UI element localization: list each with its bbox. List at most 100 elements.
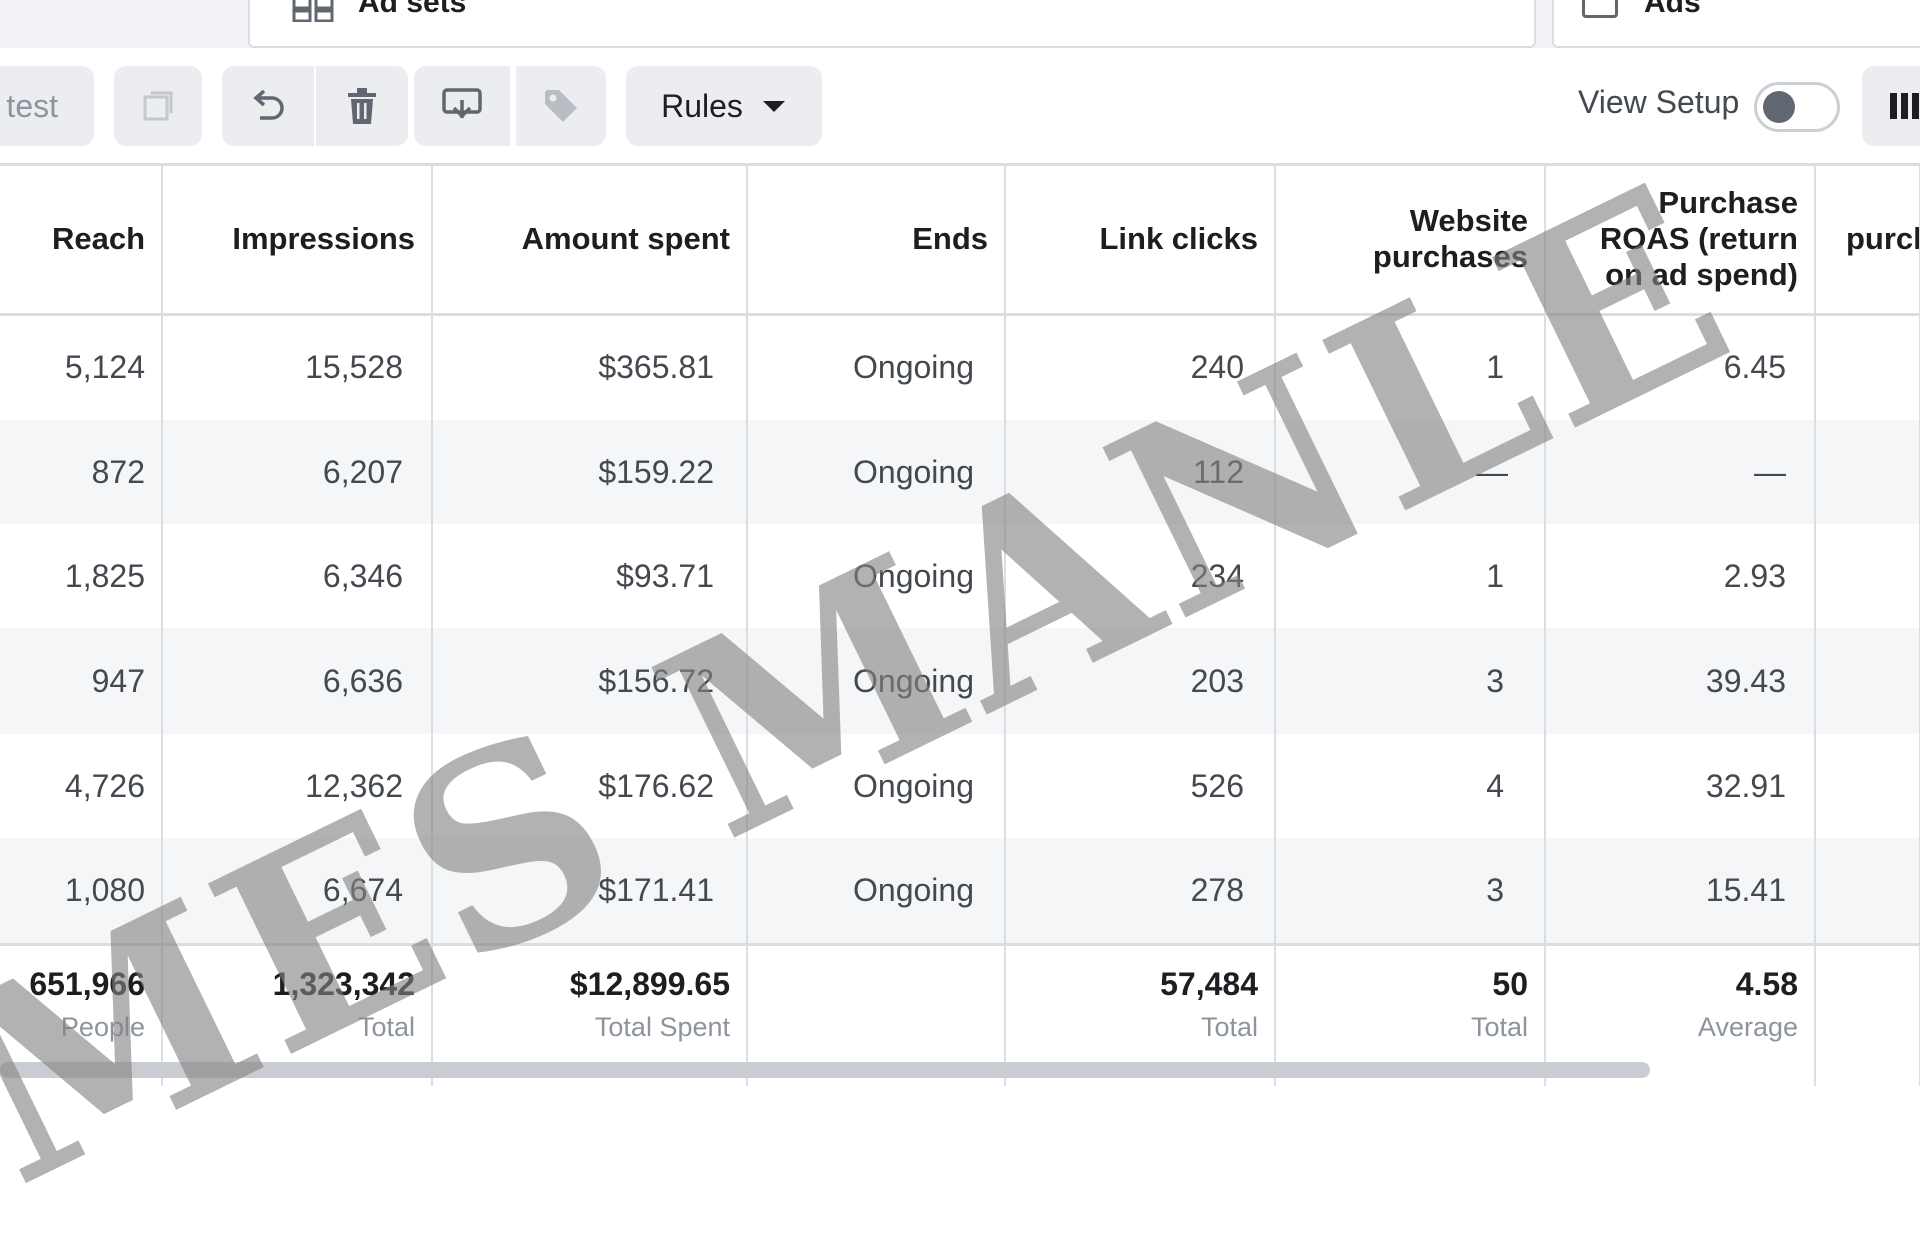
total-value: $12,899.65 — [569, 965, 730, 1002]
cell-impressions: 15,528 — [162, 314, 433, 420]
cell-ends: Ongoing — [747, 838, 1006, 944]
chevron-down-icon — [762, 101, 785, 112]
columns-button[interactable] — [1862, 66, 1920, 146]
ads-checkbox-icon — [1582, 0, 1618, 18]
total-value: 1,323,342 — [272, 965, 415, 1002]
table-row[interactable]: 1,825 6,346 $93.71 Ongoing 234 1 2.93 — [0, 524, 1920, 628]
undo-icon — [253, 89, 284, 120]
table-header-row: Reach Impressions Amount spent Ends Link… — [0, 166, 1920, 316]
table-row[interactable]: 4,726 12,362 $176.62 Ongoing 526 4 32.91 — [0, 734, 1920, 838]
cell-amount-spent: $93.71 — [432, 524, 748, 628]
column-header-link-clicks[interactable]: Link clicks — [1005, 166, 1276, 316]
cell-reach: 947 — [0, 628, 163, 734]
cell-amount-spent: $171.41 — [432, 838, 748, 944]
cell-ends: Ongoing — [747, 420, 1006, 524]
total-sublabel: Total — [1470, 1011, 1528, 1042]
total-sublabel: Total Spent — [594, 1011, 730, 1042]
ab-test-button[interactable]: test — [0, 66, 94, 146]
cell-link-clicks: 234 — [1005, 524, 1276, 628]
cell-ends: Ongoing — [747, 628, 1006, 734]
column-header-purchase-roas[interactable]: Purchase ROAS (return on ad spend) — [1545, 166, 1816, 316]
total-sublabel: Total — [357, 1011, 415, 1042]
tab-ads-label: Ads — [1644, 0, 1701, 19]
cell-amount-spent: $176.62 — [432, 734, 748, 838]
ads-data-table: Reach Impressions Amount spent Ends Link… — [0, 166, 1920, 1086]
cell-impressions: 12,362 — [162, 734, 433, 838]
cell-website-purchases: 3 — [1275, 628, 1546, 734]
rules-button[interactable]: Rules — [626, 66, 822, 146]
cell-purchase-roas: 32.91 — [1545, 734, 1816, 838]
trash-icon — [348, 88, 376, 124]
cell-amount-spent: $365.81 — [432, 314, 748, 420]
ad-sets-icon — [292, 0, 334, 22]
cell-purchase-roas: — — [1545, 420, 1816, 524]
column-header-impressions[interactable]: Impressions — [162, 166, 433, 316]
cell-purchases-truncated — [1815, 838, 1920, 944]
total-value: 50 — [1492, 965, 1528, 1002]
cell-link-clicks: 278 — [1005, 838, 1276, 944]
cell-link-clicks: 240 — [1005, 314, 1276, 420]
cell-reach: 872 — [0, 420, 163, 524]
tabs-strip: Ad sets Ads — [0, 0, 1920, 48]
cell-link-clicks: 526 — [1005, 734, 1276, 838]
cell-impressions: 6,346 — [162, 524, 433, 628]
export-icon — [442, 88, 482, 119]
duplicate-button[interactable] — [114, 66, 202, 146]
cell-reach: 4,726 — [0, 734, 163, 838]
cell-website-purchases: 1 — [1275, 524, 1546, 628]
cell-website-purchases: 4 — [1275, 734, 1546, 838]
column-header-website-purchases[interactable]: Website purchases — [1275, 166, 1546, 316]
cell-amount-spent: $159.22 — [432, 420, 748, 524]
table-row[interactable]: 1,080 6,674 $171.41 Ongoing 278 3 15.41 — [0, 838, 1920, 944]
tag-icon — [545, 90, 577, 122]
toolbar: test Rules View Setup — [0, 48, 1920, 166]
total-sublabel: Average — [1697, 1011, 1798, 1042]
total-value: 57,484 — [1160, 965, 1258, 1002]
cell-impressions: 6,207 — [162, 420, 433, 524]
cell-purchases-truncated — [1815, 420, 1920, 524]
cell-purchases-truncated — [1815, 734, 1920, 838]
total-value: 651,966 — [29, 965, 145, 1002]
cell-website-purchases: 3 — [1275, 838, 1546, 944]
total-purchases-truncated — [1815, 942, 1920, 1086]
cell-reach: 1,080 — [0, 838, 163, 944]
ab-test-label: test — [6, 87, 58, 124]
total-sublabel: Total — [1200, 1011, 1258, 1042]
cell-impressions: 6,636 — [162, 628, 433, 734]
cell-reach: 1,825 — [0, 524, 163, 628]
horizontal-scrollbar[interactable] — [0, 1062, 1650, 1078]
table-row[interactable]: 5,124 15,528 $365.81 Ongoing 240 1 6.45 — [0, 314, 1920, 420]
cell-website-purchases: 1 — [1275, 314, 1546, 420]
cell-ends: Ongoing — [747, 314, 1006, 420]
cell-purchase-roas: 2.93 — [1545, 524, 1816, 628]
delete-button[interactable] — [316, 66, 408, 146]
tab-ad-sets[interactable]: Ad sets — [248, 0, 1536, 48]
cell-ends: Ongoing — [747, 734, 1006, 838]
cell-amount-spent: $156.72 — [432, 628, 748, 734]
cell-link-clicks: 203 — [1005, 628, 1276, 734]
cell-purchases-truncated — [1815, 628, 1920, 734]
cell-ends: Ongoing — [747, 524, 1006, 628]
column-header-purchases-truncated[interactable]: purch — [1815, 166, 1920, 316]
view-setup-toggle[interactable] — [1754, 82, 1840, 132]
duplicate-icon — [143, 91, 173, 121]
column-header-ends[interactable]: Ends — [747, 166, 1006, 316]
column-header-amount-spent[interactable]: Amount spent — [432, 166, 748, 316]
undo-button[interactable] — [222, 66, 314, 146]
table-row[interactable]: 872 6,207 $159.22 Ongoing 112 — — — [0, 420, 1920, 524]
table-row[interactable]: 947 6,636 $156.72 Ongoing 203 3 39.43 — [0, 628, 1920, 734]
tab-ads[interactable]: Ads — [1552, 0, 1920, 48]
rules-label: Rules — [661, 87, 743, 124]
cell-purchase-roas: 39.43 — [1545, 628, 1816, 734]
tag-button[interactable] — [516, 66, 606, 146]
column-header-reach[interactable]: Reach — [0, 166, 163, 316]
view-setup-label: View Setup — [1578, 84, 1740, 120]
cell-website-purchases: — — [1275, 420, 1546, 524]
cell-purchases-truncated — [1815, 314, 1920, 420]
cell-purchase-roas: 6.45 — [1545, 314, 1816, 420]
total-value: 4.58 — [1735, 965, 1798, 1002]
cell-link-clicks: 112 — [1005, 420, 1276, 524]
total-sublabel: People — [60, 1011, 145, 1042]
export-button[interactable] — [414, 66, 510, 146]
cell-purchase-roas: 15.41 — [1545, 838, 1816, 944]
